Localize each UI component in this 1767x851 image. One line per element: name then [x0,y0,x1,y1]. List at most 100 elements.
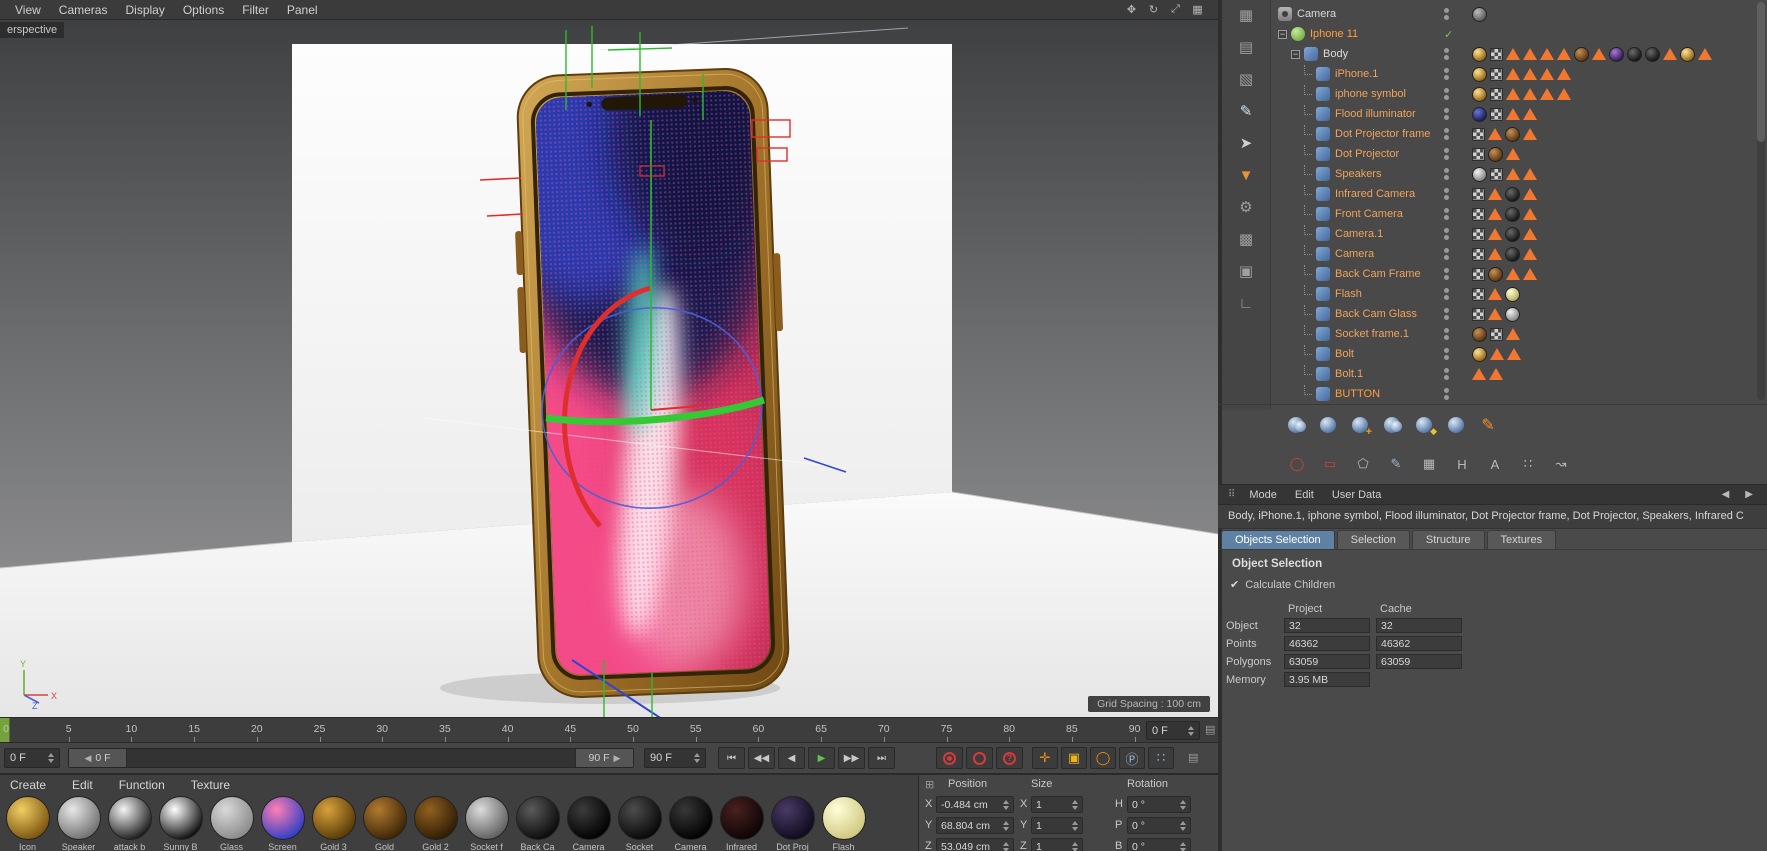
tri-tag[interactable] [1506,168,1520,180]
lasso-tool-icon[interactable]: ⬠ [1350,452,1376,476]
tri-tag[interactable] [1523,88,1537,100]
history-back-icon[interactable]: ◀ [1722,489,1730,500]
navy-tag[interactable] [1472,106,1487,122]
mode-menu-user-data[interactable]: User Data [1332,489,1382,501]
tree-row[interactable]: Dot Projector frame [1272,124,1767,144]
expander-icon[interactable]: − [1278,29,1287,39]
spinner-icon[interactable] [690,753,700,763]
visibility-dots[interactable] [1444,228,1449,240]
frame-combo[interactable]: 0 F [4,748,60,768]
gold-tag[interactable] [1472,346,1487,362]
tree-row[interactable]: Camera.1 [1272,224,1767,244]
material-item[interactable]: Socket [614,796,665,851]
visibility-dots[interactable] [1444,308,1449,320]
red-rect-tool-icon[interactable]: ▭ [1317,452,1343,476]
visibility-dots[interactable] [1444,188,1449,200]
tree-row[interactable]: Camera [1272,4,1767,24]
range-start-handle[interactable]: ◀ 0 F [69,749,127,767]
tri-tag[interactable] [1506,268,1520,280]
visibility-dots[interactable] [1444,348,1449,360]
position-field[interactable]: -0.484 cm [936,796,1014,813]
cache-value[interactable]: 32 [1376,618,1462,633]
visibility-dots[interactable] [1444,248,1449,260]
grid-array-icon[interactable]: ▩ [1239,232,1253,247]
cube-tool-icon[interactable]: ▦ [1416,452,1442,476]
dark-tag[interactable] [1505,206,1520,222]
material-item[interactable]: Back Ca [512,796,563,851]
key-material-icon[interactable] [1412,414,1437,437]
poly-pen-icon[interactable]: ✎ [1383,452,1409,476]
spinner-icon[interactable] [1176,841,1186,851]
tri-tag[interactable] [1523,168,1537,180]
checker-tag[interactable] [1472,187,1485,201]
red-circle-tool-icon[interactable]: ◯ [1284,452,1310,476]
axis-mode-icon[interactable]: ∟ [1239,296,1254,311]
material-menu-create[interactable]: Create [10,778,46,792]
tab-textures[interactable]: Textures [1486,530,1557,549]
material-item[interactable]: Socket f [461,796,512,851]
tri-tag[interactable] [1523,48,1537,60]
record-pla-toggle[interactable]: ∷ [1148,747,1174,769]
spinner-icon[interactable] [1068,841,1078,851]
size-field[interactable]: 1 [1031,796,1083,813]
tri-tag[interactable] [1488,208,1502,220]
object-name[interactable]: Bolt.1 [1335,368,1363,380]
tri-tag[interactable] [1490,348,1504,360]
tri-tag[interactable] [1489,368,1503,380]
record-scale-toggle[interactable]: ▣ [1061,747,1087,769]
cache-value[interactable]: 46362 [1376,636,1462,651]
silver-tag[interactable] [1505,306,1520,322]
current-frame-field[interactable]: 0 F [1146,721,1200,740]
zoom-view-icon[interactable]: ⤢ [1167,2,1184,18]
visibility-dots[interactable] [1444,128,1449,140]
object-name[interactable]: Camera.1 [1335,228,1383,240]
a-tool-icon[interactable]: A [1482,452,1508,476]
tree-row[interactable]: iphone symbol [1272,84,1767,104]
tri-tag[interactable] [1523,268,1537,280]
size-field[interactable]: 1 [1031,817,1083,834]
end-frame-field[interactable]: 90 F [644,748,706,768]
tri-tag[interactable] [1506,88,1520,100]
visibility-dots[interactable] [1444,168,1449,180]
menu-item-panel[interactable]: Panel [278,3,327,17]
menu-item-display[interactable]: Display [116,3,173,17]
timeline-options-icon[interactable]: ▤ [1188,751,1198,764]
spinner-icon[interactable] [1176,820,1186,831]
object-name[interactable]: BUTTON [1335,388,1380,400]
brown-tag[interactable] [1505,126,1520,142]
tree-row[interactable]: Back Cam Glass [1272,304,1767,324]
tree-row[interactable]: Bolt [1272,344,1767,364]
mode-menu-edit[interactable]: Edit [1295,489,1314,501]
orbit-view-icon[interactable]: ↻ [1145,2,1162,18]
gold-tag[interactable] [1472,86,1487,102]
tri-tag[interactable] [1488,228,1502,240]
tri-tag[interactable] [1523,128,1537,140]
toggle-view-icon[interactable]: ▦ [1189,2,1206,18]
shader-sphere-icon[interactable] [1316,414,1340,436]
autokey-button[interactable] [966,747,993,769]
material-item[interactable]: Screen [257,796,308,851]
visibility-dots[interactable] [1444,388,1449,400]
tab-objects-selection[interactable]: Objects Selection [1221,530,1335,549]
brown-tag[interactable] [1574,46,1589,62]
material-item[interactable]: attack b [104,796,155,851]
gray-tag[interactable] [1472,6,1487,22]
tri-tag[interactable] [1506,328,1520,340]
duplicate-objects-icon[interactable]: ▤ [1239,40,1253,55]
silver-tag[interactable] [1472,166,1487,182]
object-name[interactable]: iPhone.1 [1335,68,1378,80]
tri-tag[interactable] [1523,208,1537,220]
tree-row[interactable]: iPhone.1 [1272,64,1767,84]
spinner-icon[interactable] [1184,725,1194,736]
tri-tag[interactable] [1557,88,1571,100]
checker-tag[interactable] [1490,47,1503,61]
paint-brush-icon[interactable] [1476,414,1500,436]
tree-row[interactable]: Back Cam Frame [1272,264,1767,284]
tree-row[interactable]: BUTTON [1272,384,1767,404]
menu-item-options[interactable]: Options [174,3,233,17]
tab-selection[interactable]: Selection [1336,530,1410,549]
history-forward-icon[interactable]: ▶ [1745,489,1753,500]
record-rotation-toggle[interactable]: ◯ [1090,747,1116,769]
spinner-icon[interactable] [999,799,1009,810]
checker-tag[interactable] [1472,247,1485,261]
